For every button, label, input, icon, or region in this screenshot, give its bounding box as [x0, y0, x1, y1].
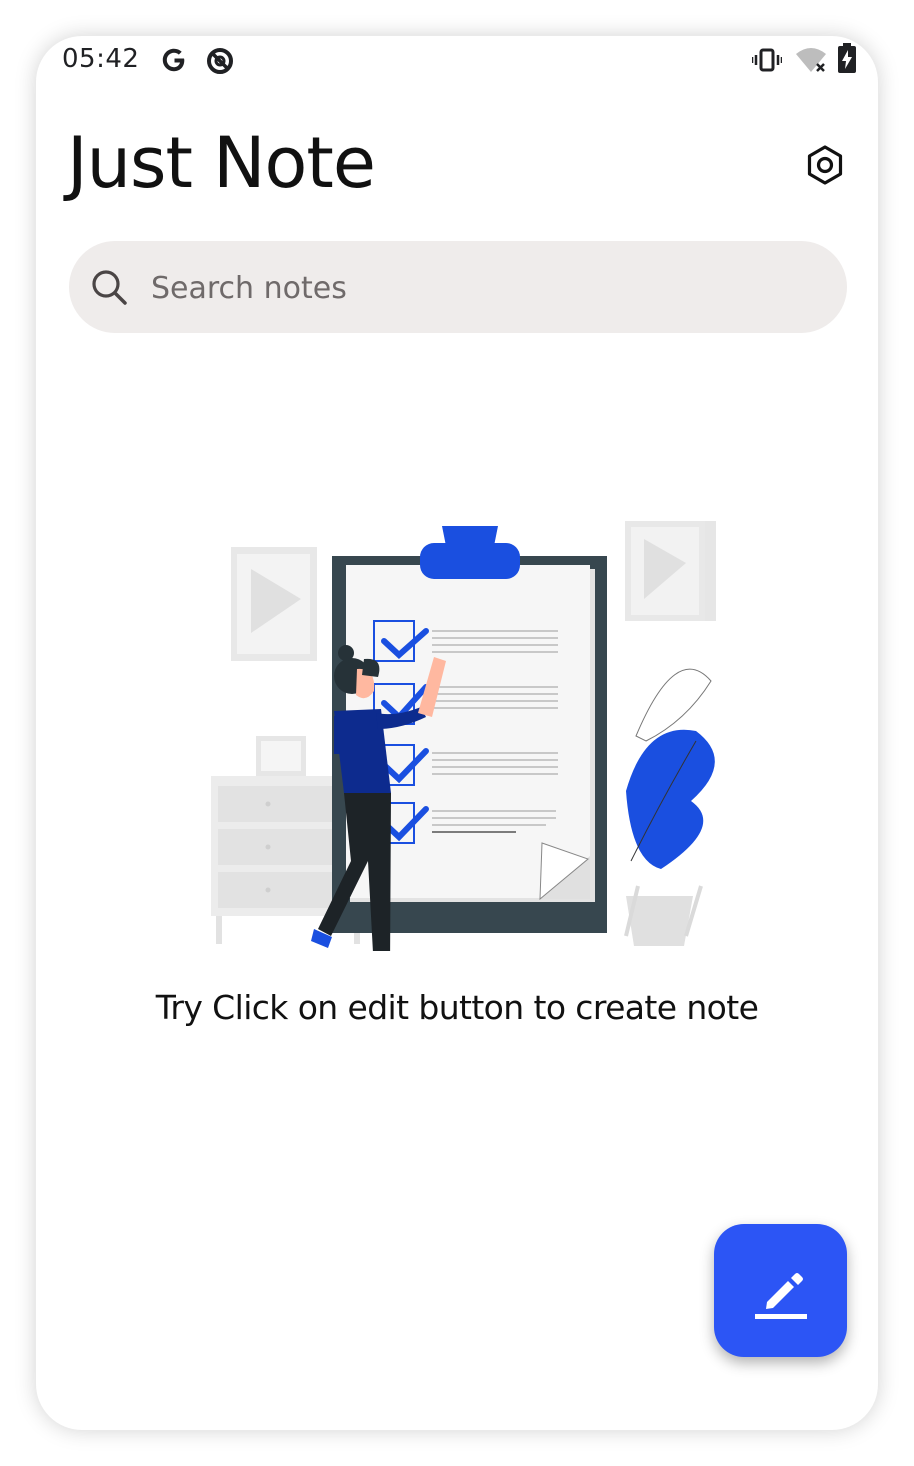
- app-title: Just Note: [67, 122, 376, 204]
- data-saver-icon: [207, 48, 233, 74]
- status-time: 05:42: [62, 44, 140, 74]
- settings-hexagon-icon: [807, 145, 843, 185]
- edit-pencil-icon: [754, 1272, 807, 1319]
- checklist-illustration: [211, 521, 716, 951]
- vibrate-icon: [752, 48, 782, 72]
- battery-charging-icon: [838, 43, 856, 73]
- wifi-off-icon: [796, 48, 826, 72]
- settings-button[interactable]: [800, 140, 850, 190]
- google-icon: [162, 48, 185, 72]
- search-icon: [92, 270, 127, 305]
- search-input[interactable]: [149, 241, 813, 335]
- status-bar: 05:42: [36, 36, 878, 86]
- create-note-button[interactable]: [714, 1224, 847, 1357]
- search-bar[interactable]: [69, 241, 847, 335]
- app-screen: 05:42 Just Note Search notes Try Click o…: [36, 36, 878, 1430]
- empty-state-message: Try Click on edit button to create note: [155, 988, 759, 1027]
